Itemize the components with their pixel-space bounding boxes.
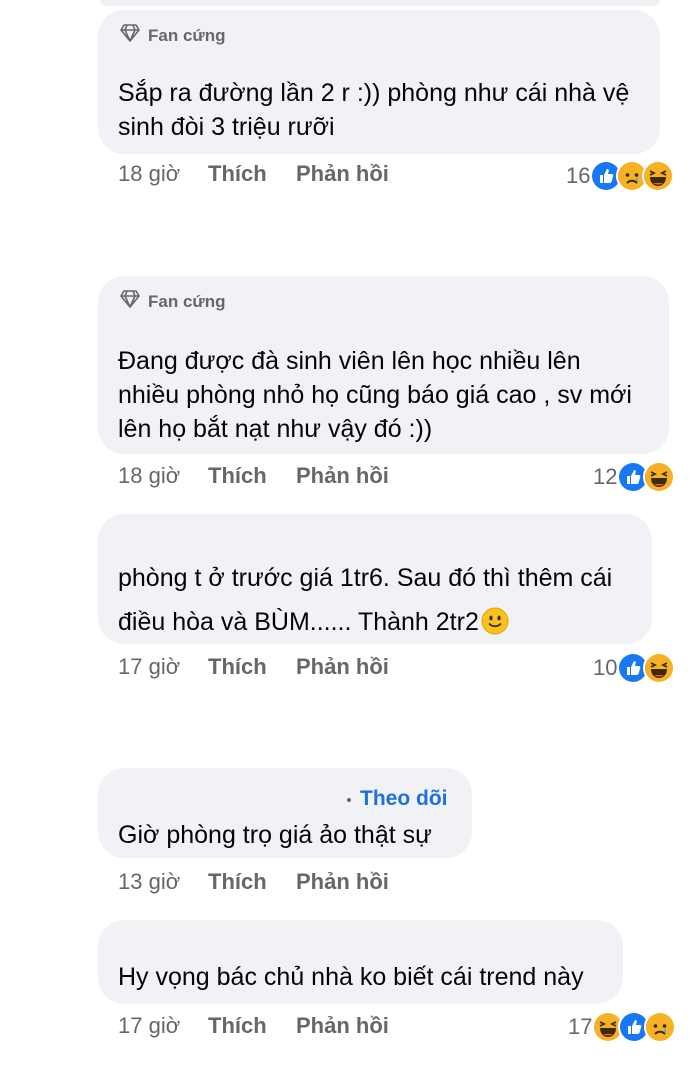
reply-button[interactable]: Phản hồi xyxy=(296,1013,389,1039)
reaction-count: 16 xyxy=(566,163,591,188)
comment-bubble: phòng t ở trước giá 1tr6. Sau đó thì thê… xyxy=(98,514,652,644)
reply-button[interactable]: Phản hồi xyxy=(296,654,389,680)
follow-button[interactable]: Theo dõi xyxy=(360,787,448,811)
like-button[interactable]: Thích xyxy=(208,869,296,895)
comment-actions: 13 giờ Thích Phản hồi xyxy=(118,869,389,895)
haha-reaction-icon xyxy=(642,160,675,192)
reaction-count: 17 xyxy=(568,1014,593,1039)
diamond-icon xyxy=(120,290,140,313)
comment-actions: 18 giờ Thích Phản hồi xyxy=(118,463,389,489)
comment-text: Hy vọng bác chủ nhà ko biết cái trend nà… xyxy=(118,963,584,991)
haha-reaction-icon xyxy=(643,652,676,684)
haha-reaction-icon xyxy=(643,461,676,493)
like-button[interactable]: Thích xyxy=(208,161,296,187)
reply-button[interactable]: Phản hồi xyxy=(296,869,389,895)
fan-badge: Fan cứng xyxy=(120,290,225,313)
comment-text: Đang được đà sinh viên lên học nhiều lên… xyxy=(118,347,632,443)
fan-badge: Fan cứng xyxy=(120,24,225,47)
diamond-icon xyxy=(120,24,140,47)
badge-label: Fan cứng xyxy=(148,25,226,45)
reply-button[interactable]: Phản hồi xyxy=(296,161,389,187)
comment-actions: 17 giờ Thích Phản hồi xyxy=(118,654,389,680)
reaction-summary[interactable]: 12 xyxy=(593,461,676,493)
comment-time[interactable]: 13 giờ xyxy=(118,869,208,895)
comment-time[interactable]: 18 giờ xyxy=(118,463,208,489)
comment-text: phòng t ở trước giá 1tr6. Sau đó thì thê… xyxy=(118,564,613,636)
reaction-count: 12 xyxy=(593,464,618,489)
comment-bubble: Theo dõi Giờ phòng trọ giá ảo thật sự xyxy=(98,768,472,858)
like-button[interactable]: Thích xyxy=(208,463,296,489)
comment-time[interactable]: 17 giờ xyxy=(118,654,208,680)
comment-bubble: Hy vọng bác chủ nhà ko biết cái trend nà… xyxy=(98,920,623,1004)
slight-smile-emoji-icon xyxy=(481,605,509,635)
sad-reaction-icon xyxy=(644,1011,677,1043)
comment-text: Giờ phòng trọ giá ảo thật sự xyxy=(118,821,432,849)
previous-comment-bubble-edge xyxy=(100,0,660,6)
badge-label: Fan cứng xyxy=(148,291,226,311)
reaction-summary[interactable]: 16 xyxy=(566,160,675,192)
reaction-summary[interactable]: 10 xyxy=(593,652,676,684)
reaction-summary[interactable]: 17 xyxy=(568,1011,677,1043)
like-button[interactable]: Thích xyxy=(208,654,296,680)
comment-bubble: Fan cứng Đang được đà sinh viên lên học … xyxy=(98,276,669,454)
comment-actions: 18 giờ Thích Phản hồi xyxy=(118,161,389,187)
reply-button[interactable]: Phản hồi xyxy=(296,463,389,489)
comment-time[interactable]: 17 giờ xyxy=(118,1013,208,1039)
comment-actions: 17 giờ Thích Phản hồi xyxy=(118,1013,389,1039)
reaction-count: 10 xyxy=(593,655,618,680)
comment-text: Sắp ra đường lần 2 r :)) phòng như cái n… xyxy=(118,79,630,141)
like-button[interactable]: Thích xyxy=(208,1013,296,1039)
comment-time[interactable]: 18 giờ xyxy=(118,161,208,187)
separator-dot xyxy=(347,798,351,802)
comment-bubble: Fan cứng Sắp ra đường lần 2 r :)) phòng … xyxy=(98,10,660,154)
